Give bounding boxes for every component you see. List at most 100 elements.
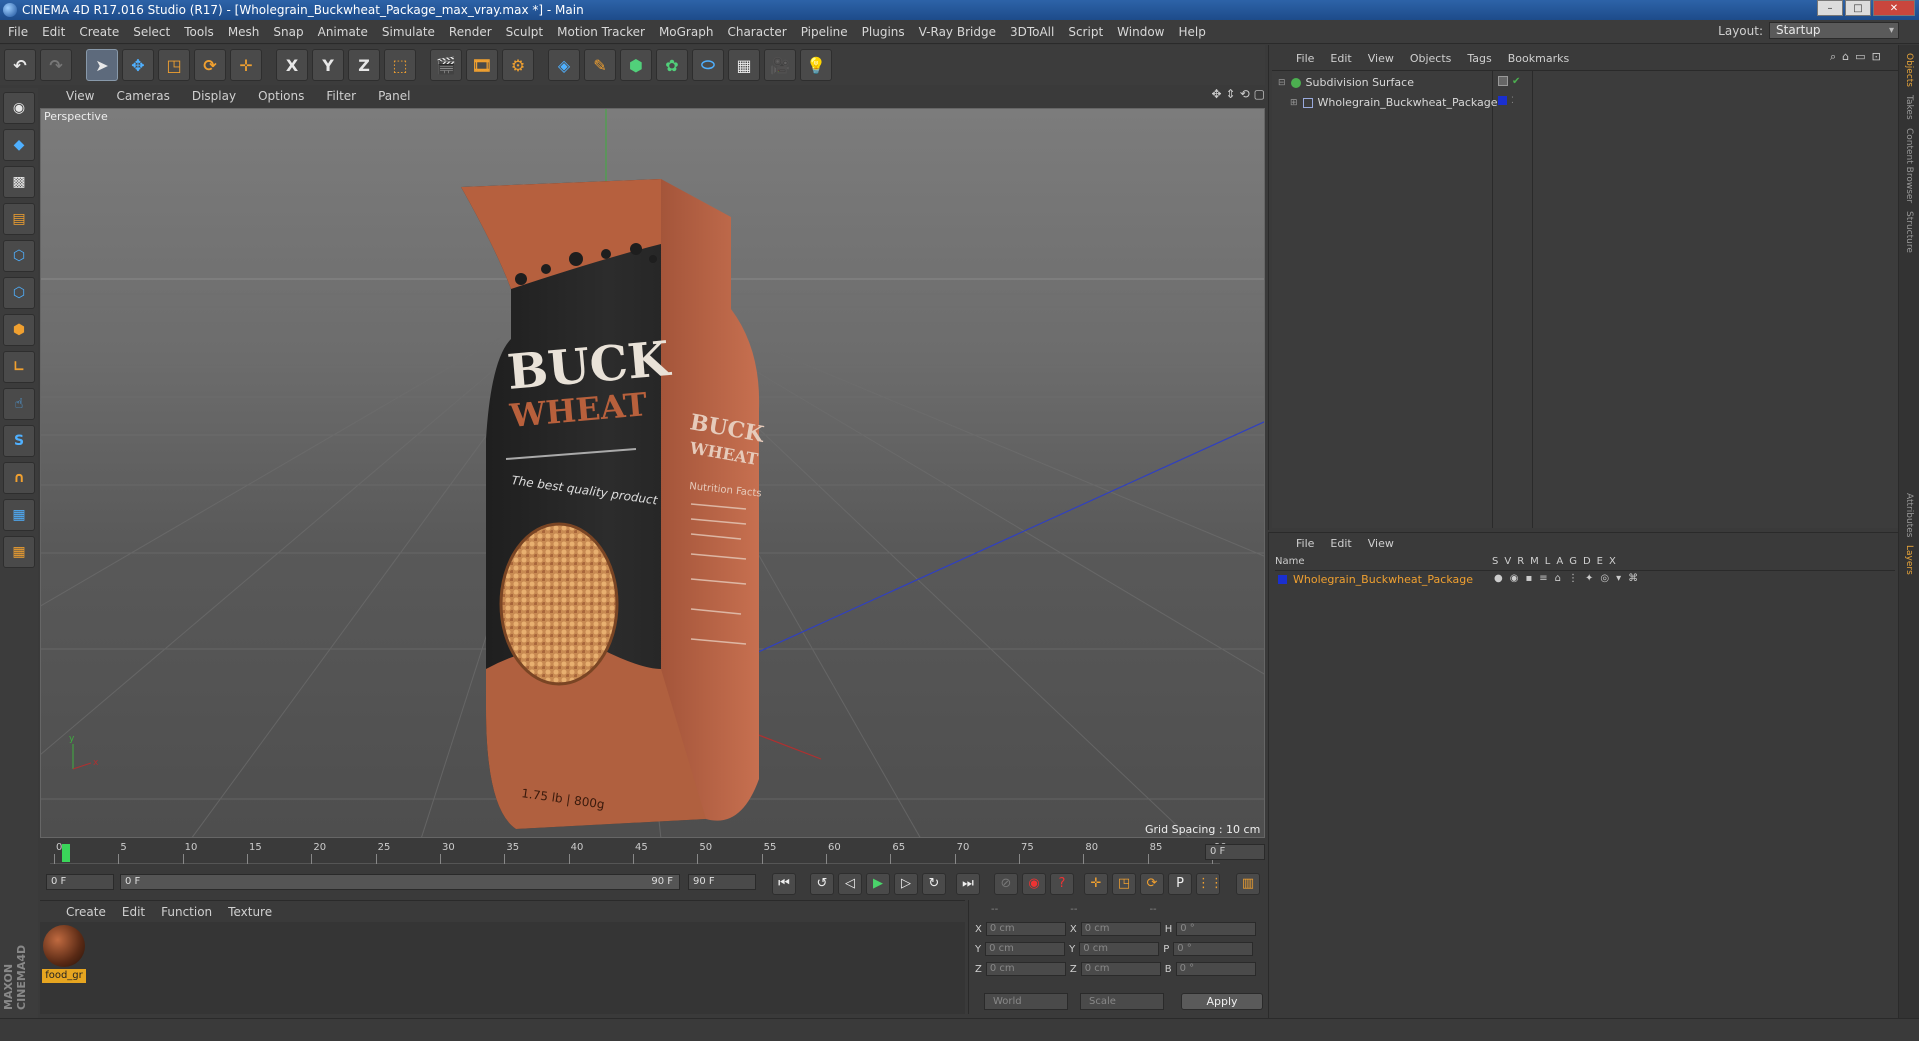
menu-snap[interactable]: Snap <box>273 25 303 39</box>
menu-mograph[interactable]: MoGraph <box>659 25 714 39</box>
next-key-icon[interactable]: ↻ <box>922 873 946 895</box>
material-menu-create[interactable]: Create <box>66 905 106 919</box>
render-settings-icon[interactable]: ⚙ <box>502 49 534 81</box>
minimize-panel-icon[interactable]: ▭ <box>1855 50 1865 64</box>
flag-deformers[interactable]: D <box>1583 556 1591 567</box>
redo-icon[interactable]: ↷ <box>40 49 72 81</box>
flag-xrefs[interactable]: X <box>1609 556 1616 567</box>
enabled-check-icon[interactable]: ✔ <box>1512 76 1520 87</box>
flag-expressions[interactable]: E <box>1597 556 1603 567</box>
timeline[interactable]: 051015202530354045505560657075808590 0 F <box>40 840 1265 866</box>
end-frame-field[interactable]: 90 F <box>688 874 756 890</box>
flag-manager[interactable]: M <box>1530 556 1539 567</box>
collapse-icon[interactable]: ⊟ <box>1278 78 1286 88</box>
layer-row[interactable]: Wholegrain_Buckwheat_Package <box>1278 573 1473 586</box>
tab-layers[interactable]: Layers <box>1904 545 1914 575</box>
object-row-package[interactable]: ⊞ Wholegrain_Buckwheat_Package <box>1290 96 1498 109</box>
material-menu-texture[interactable]: Texture <box>228 905 272 919</box>
lock-workplane-icon[interactable]: ▦ <box>3 499 35 531</box>
zoom-icon[interactable]: ⇕ <box>1226 87 1236 101</box>
viewport-menu-cameras[interactable]: Cameras <box>116 89 169 103</box>
menu-mesh[interactable]: Mesh <box>228 25 260 39</box>
render-icon[interactable]: ▪ <box>1525 573 1532 584</box>
deformer-icon[interactable]: ◎ <box>1600 573 1609 584</box>
prev-frame-icon[interactable]: ◁ <box>838 873 862 895</box>
key-scale-icon[interactable]: ◳ <box>1112 873 1136 895</box>
menu-3dtoall[interactable]: 3DToAll <box>1010 25 1054 39</box>
workplane-mode-icon[interactable]: ▤ <box>3 203 35 235</box>
coord-transform-dropdown[interactable]: Scale <box>1080 993 1164 1010</box>
material-menu-function[interactable]: Function <box>161 905 212 919</box>
snapping-icon[interactable]: S <box>3 425 35 457</box>
search-icon[interactable]: ⌕ <box>1830 50 1836 64</box>
timeline-ruler[interactable]: 051015202530354045505560657075808590 <box>50 842 1227 864</box>
render-view-icon[interactable]: 🎬 <box>430 49 462 81</box>
mograph-cloner-icon[interactable]: ✿ <box>656 49 688 81</box>
layers-menu-view[interactable]: View <box>1368 537 1394 550</box>
object-row-subdivision-surface[interactable]: ⊟ Subdivision Surface <box>1278 76 1414 89</box>
expression-icon[interactable]: ▾ <box>1616 573 1621 584</box>
eye-icon[interactable]: ◉ <box>1510 573 1519 584</box>
layer-color-swatch[interactable] <box>1498 96 1507 105</box>
keyframe-help-icon[interactable]: ? <box>1050 873 1074 895</box>
preview-range-slider[interactable]: 0 F 90 F <box>120 874 680 890</box>
perspective-viewport[interactable]: BUCK WHEAT The best quality product 1.75… <box>40 108 1265 838</box>
timeline-window-icon[interactable]: ▥ <box>1236 873 1260 895</box>
goto-start-icon[interactable]: ⏮ <box>772 873 796 895</box>
menu-file[interactable]: File <box>8 25 28 39</box>
y-axis-lock-button[interactable]: Y <box>312 49 344 81</box>
texture-mode-icon[interactable]: ▩ <box>3 166 35 198</box>
menu-create[interactable]: Create <box>79 25 119 39</box>
expand-panel-icon[interactable]: ⊡ <box>1872 50 1881 64</box>
pen-spline-icon[interactable]: ✎ <box>584 49 616 81</box>
flag-animation[interactable]: A <box>1556 556 1563 567</box>
lock-icon[interactable]: ⌂ <box>1555 573 1561 584</box>
edges-mode-icon[interactable]: ⬡ <box>3 277 35 309</box>
xref-icon[interactable]: ⌘ <box>1628 573 1638 584</box>
size-y-field[interactable]: 0 cm <box>1079 942 1160 956</box>
home-icon[interactable]: ⌂ <box>1842 50 1849 64</box>
z-axis-lock-button[interactable]: Z <box>348 49 380 81</box>
viewport-menu-filter[interactable]: Filter <box>326 89 356 103</box>
camera-icon[interactable]: 🎥 <box>764 49 796 81</box>
menu-animate[interactable]: Animate <box>318 25 368 39</box>
size-z-field[interactable]: 0 cm <box>1080 962 1161 976</box>
viewport-menu-panel[interactable]: Panel <box>378 89 410 103</box>
material-menu-edit[interactable]: Edit <box>122 905 145 919</box>
layer-color-swatch[interactable] <box>1278 575 1287 584</box>
start-frame-field[interactable]: 0 F <box>46 874 114 890</box>
cube-object-icon[interactable]: ◈ <box>548 49 580 81</box>
key-position-icon[interactable]: ✛ <box>1084 873 1108 895</box>
objects-menu-view[interactable]: View <box>1368 52 1394 65</box>
position-z-field[interactable]: 0 cm <box>985 962 1066 976</box>
planar-workplane-icon[interactable]: ▦ <box>3 536 35 568</box>
animation-icon[interactable]: ⋮ <box>1568 573 1578 584</box>
menu-render[interactable]: Render <box>449 25 492 39</box>
layers-menu-file[interactable]: File <box>1296 537 1314 550</box>
menu-motion-tracker[interactable]: Motion Tracker <box>557 25 645 39</box>
minimize-button[interactable]: – <box>1817 0 1843 16</box>
menu-pipeline[interactable]: Pipeline <box>801 25 848 39</box>
rotation-p-field[interactable]: 0 ° <box>1173 942 1254 956</box>
autokey-record-icon[interactable]: ◉ <box>1022 873 1046 895</box>
tab-attributes[interactable]: Attributes <box>1904 493 1914 537</box>
pan-icon[interactable]: ✥ <box>1211 87 1221 101</box>
render-picture-viewer-icon[interactable]: 🎞 <box>466 49 498 81</box>
flag-render[interactable]: R <box>1517 556 1524 567</box>
tab-objects[interactable]: Objects <box>1904 53 1914 87</box>
layout-dropdown[interactable]: Startup <box>1769 22 1899 39</box>
menu-vray-bridge[interactable]: V-Ray Bridge <box>919 25 996 39</box>
expand-icon[interactable]: ⊞ <box>1290 98 1298 108</box>
rotation-b-field[interactable]: 0 ° <box>1175 962 1256 976</box>
make-editable-icon[interactable]: ◉ <box>3 92 35 124</box>
tweak-mode-icon[interactable]: ☝ <box>3 388 35 420</box>
key-pla-icon[interactable]: ⋮⋮ <box>1196 873 1223 895</box>
flag-generators[interactable]: G <box>1569 556 1577 567</box>
viewport-menu-options[interactable]: Options <box>258 89 304 103</box>
visibility-dots-icon[interactable]: ⁚ <box>1511 96 1514 106</box>
menu-simulate[interactable]: Simulate <box>382 25 435 39</box>
play-icon[interactable]: ▶ <box>866 873 890 895</box>
menu-plugins[interactable]: Plugins <box>862 25 905 39</box>
objects-menu-tags[interactable]: Tags <box>1467 52 1491 65</box>
tab-content-browser[interactable]: Content Browser <box>1904 128 1914 203</box>
